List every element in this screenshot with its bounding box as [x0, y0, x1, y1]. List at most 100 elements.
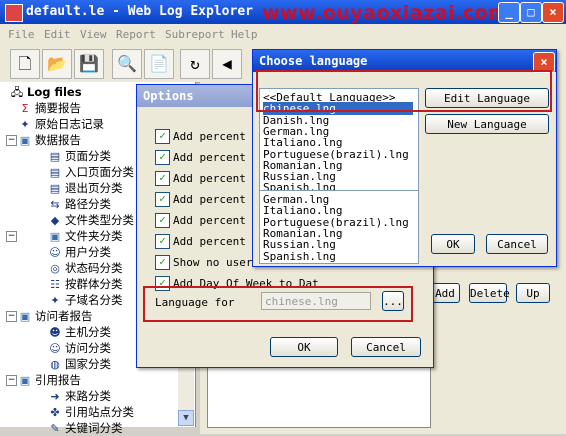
collapse-icon[interactable]: −: [6, 135, 17, 146]
language-highlight-box: [143, 286, 413, 322]
language-list-item[interactable]: Spanish.lng: [263, 250, 413, 263]
new-file-icon[interactable]: 🗋: [10, 49, 40, 79]
choose-cancel-button[interactable]: Cancel: [486, 234, 548, 254]
tree-item-label: 路径分类: [65, 197, 111, 211]
tree-item[interactable]: ✦ 原始日志记录: [18, 116, 104, 132]
delete-button[interactable]: Delete: [469, 283, 510, 303]
tree-item-label: 访问分类: [65, 341, 111, 355]
option-checkbox[interactable]: ✓: [155, 255, 170, 270]
tree-item[interactable]: ✤ 引用站点分类: [48, 404, 134, 420]
options-title: Options: [143, 89, 194, 103]
choose-highlight-box: [256, 70, 552, 112]
tree-item[interactable]: ▣ 文件夹分类: [48, 228, 123, 244]
option-checkbox[interactable]: ✓: [155, 234, 170, 249]
user-icon: ☺: [49, 245, 61, 259]
up-button[interactable]: Up: [516, 283, 550, 303]
choose-language-title: Choose language: [259, 54, 368, 68]
options-cancel-button[interactable]: Cancel: [351, 337, 421, 357]
filetype-icon: ◆: [50, 213, 60, 227]
sigma-icon: Σ: [21, 101, 29, 115]
tree-item[interactable]: ▣ 访问者报告: [18, 308, 93, 324]
option-label: Add percent t: [173, 193, 260, 206]
tree-item-label: 文件夹分类: [65, 229, 123, 243]
option-label: Add percent t: [173, 235, 260, 248]
language-list-lower[interactable]: German.lng Italiano.lng Portuguese(brazil)…: [259, 190, 419, 264]
tree-item-label: 用户分类: [65, 245, 111, 259]
report-icon[interactable]: 📄: [144, 49, 174, 79]
tree-item-label: 引用站点分类: [65, 405, 134, 419]
minimize-button[interactable]: _: [498, 2, 520, 23]
option-checkbox[interactable]: ✓: [155, 129, 170, 144]
tree-item-label: 页面分类: [65, 149, 111, 163]
collapse-icon[interactable]: −: [6, 375, 17, 386]
maximize-button[interactable]: □: [520, 2, 542, 23]
tree-item[interactable]: ✦ 子域名分类: [48, 292, 123, 308]
tree-item[interactable]: ◍ 国家分类: [48, 356, 111, 372]
star-icon: ✦: [20, 117, 30, 131]
tree-item[interactable]: ▣ 数据报告: [18, 132, 81, 148]
site-icon: ✤: [50, 405, 60, 419]
tree-item[interactable]: ▤ 入口页面分类: [48, 164, 134, 180]
tree-item[interactable]: ☺ 访问分类: [48, 340, 111, 356]
options-ok-button[interactable]: OK: [270, 337, 338, 357]
host-icon: ☻: [49, 325, 61, 339]
page-icon: ▤: [49, 149, 61, 163]
preview-icon[interactable]: 🔍: [112, 49, 142, 79]
choose-ok-button[interactable]: OK: [431, 234, 475, 254]
tree-item[interactable]: ▤ 页面分类: [48, 148, 111, 164]
exit-page-icon: ▤: [49, 181, 61, 195]
tree-item-label: 退出页分类: [65, 181, 123, 195]
tree-item-label: 来路分类: [65, 389, 111, 403]
folder-icon: ▣: [19, 309, 31, 323]
path-icon: ⇆: [50, 197, 60, 211]
option-checkbox[interactable]: ✓: [155, 171, 170, 186]
watermark: www.ouyaoxiazai.com: [262, 2, 509, 24]
collapse-icon[interactable]: −: [6, 231, 17, 242]
tree-item[interactable]: ☺ 用户分类: [48, 244, 111, 260]
tree-item-label: 子域名分类: [65, 293, 123, 307]
tree-item[interactable]: ▣ 引用报告: [18, 372, 81, 388]
refresh-icon[interactable]: ↻: [180, 49, 210, 79]
menu-file[interactable]: File: [8, 28, 35, 41]
save-icon[interactable]: 💾: [74, 49, 104, 79]
tree-item[interactable]: ◆ 文件类型分类: [48, 212, 134, 228]
add-button[interactable]: Add: [430, 283, 460, 303]
new-language-button[interactable]: New Language: [425, 114, 549, 134]
choose-language-titlebar: Choose language ×: [253, 50, 556, 73]
tree-item-label: 数据报告: [35, 133, 81, 147]
tree-item[interactable]: ☷ 按群体分类: [48, 276, 122, 292]
tree-item[interactable]: Σ 摘要报告: [18, 100, 81, 116]
option-checkbox[interactable]: ✓: [155, 150, 170, 165]
star-icon: ✦: [50, 293, 60, 307]
tree-root[interactable]: 🖧 Log files: [10, 84, 82, 100]
back-icon[interactable]: ◀: [212, 49, 242, 79]
tree-item-label: 主机分类: [65, 325, 111, 339]
menu-edit[interactable]: Edit: [44, 28, 71, 41]
option-checkbox[interactable]: ✓: [155, 192, 170, 207]
tree-item[interactable]: ☻ 主机分类: [48, 324, 111, 340]
tree-item-label: 关键词分类: [65, 421, 123, 435]
tree-item[interactable]: ➜ 来路分类: [48, 388, 111, 404]
keyword-icon: ✎: [50, 421, 60, 435]
scroll-down-icon[interactable]: ▼: [178, 410, 194, 426]
group-icon: ☷: [50, 277, 60, 291]
option-label: Show no user: [173, 256, 253, 269]
option-label: Add percent t: [173, 172, 260, 185]
menu-report[interactable]: Report: [116, 28, 156, 41]
tree-item[interactable]: ▤ 退出页分类: [48, 180, 123, 196]
menu-view[interactable]: View: [80, 28, 107, 41]
option-label: Add percent t: [173, 214, 260, 227]
option-checkbox[interactable]: ✓: [155, 213, 170, 228]
folder-icon: ▣: [19, 373, 31, 387]
menu-subreport[interactable]: Subreport: [165, 28, 225, 41]
tree-item[interactable]: ◎ 状态码分类: [48, 260, 122, 276]
folder-icon: ▣: [19, 133, 31, 147]
menu-help[interactable]: Help: [231, 28, 258, 41]
tree-item-label: 摘要报告: [35, 101, 81, 115]
tree-item-label: 访问者报告: [35, 309, 93, 323]
open-folder-icon[interactable]: 📂: [42, 49, 72, 79]
close-button[interactable]: ×: [542, 2, 564, 23]
collapse-icon[interactable]: −: [6, 311, 17, 322]
tree-item[interactable]: ⇆ 路径分类: [48, 196, 111, 212]
status-icon: ◎: [50, 261, 60, 275]
